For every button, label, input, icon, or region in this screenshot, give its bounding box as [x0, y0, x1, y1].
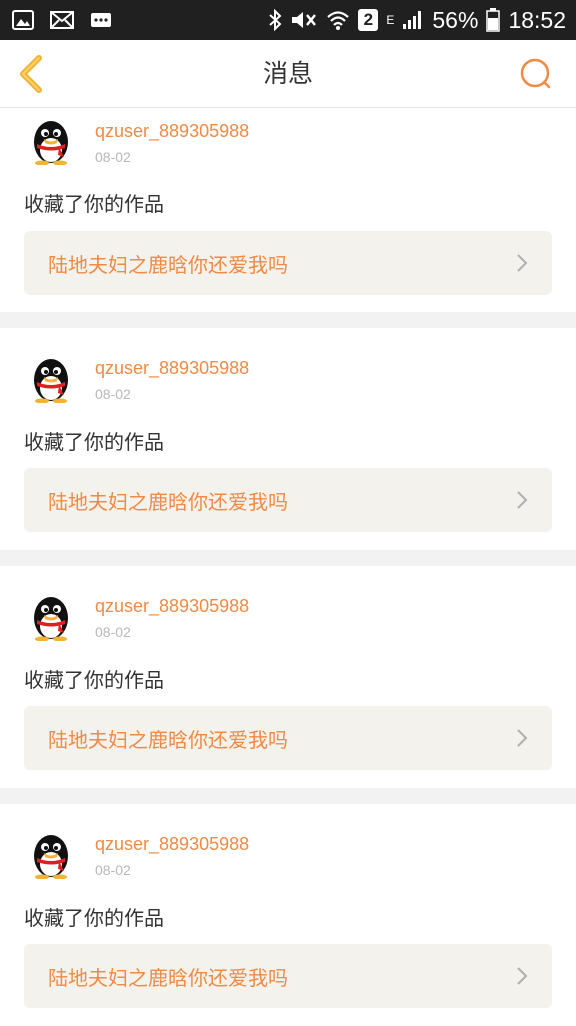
chevron-right-icon: [517, 729, 528, 747]
action-text: 收藏了你的作品: [24, 668, 164, 692]
qq-penguin-icon: [34, 835, 68, 880]
message-list: qzuser_889305988 08-02 收藏了你的作品 陆地夫妇之鹿晗你还…: [0, 109, 576, 1026]
search-button[interactable]: [518, 56, 554, 92]
action-text: 收藏了你的作品: [24, 906, 164, 930]
page-title: 消息: [262, 59, 313, 88]
message-card: qzuser_889305988 08-02 收藏了你的作品 陆地夫妇之鹿晗你还…: [0, 109, 576, 312]
qq-penguin-icon: [34, 597, 68, 642]
gallery-icon: [12, 10, 34, 30]
work-title: 陆地夫妇之鹿晗你还爱我吗: [48, 727, 288, 752]
action-text: 收藏了你的作品: [24, 430, 164, 454]
work-title: 陆地夫妇之鹿晗你还爱我吗: [48, 252, 288, 277]
network-type: E: [386, 12, 395, 27]
nav-header: 消息: [0, 40, 576, 108]
battery-icon: [486, 8, 501, 32]
avatar[interactable]: [28, 831, 74, 880]
battery-percent: 56%: [432, 6, 479, 33]
work-link[interactable]: 陆地夫妇之鹿晗你还爱我吗: [24, 231, 552, 295]
divider: [0, 550, 576, 566]
message-card: qzuser_889305988 08-02 收藏了你的作品 陆地夫妇之鹿晗你还…: [0, 328, 576, 550]
username[interactable]: qzuser_889305988: [95, 596, 249, 617]
message-icon: [90, 11, 112, 29]
username[interactable]: qzuser_889305988: [95, 358, 249, 379]
work-title: 陆地夫妇之鹿晗你还爱我吗: [48, 489, 288, 514]
work-title: 陆地夫妇之鹿晗你还爱我吗: [48, 965, 288, 990]
message-date: 08-02: [95, 624, 131, 640]
message-date: 08-02: [95, 386, 131, 402]
qq-penguin-icon: [34, 359, 68, 404]
back-button[interactable]: [14, 54, 48, 94]
username[interactable]: qzuser_889305988: [95, 834, 249, 855]
avatar[interactable]: [28, 355, 74, 404]
message-card: qzuser_889305988 08-02 收藏了你的作品 陆地夫妇之鹿晗你还…: [0, 566, 576, 788]
signal-icon: [402, 10, 424, 30]
clock: 18:52: [508, 6, 566, 33]
search-icon: [520, 58, 551, 89]
chevron-right-icon: [517, 491, 528, 509]
mail-icon: [50, 11, 74, 29]
bluetooth-icon: [268, 9, 282, 31]
back-arrow-icon: [20, 55, 42, 93]
wifi-icon: [326, 9, 350, 31]
sim-badge: 2: [358, 9, 379, 31]
work-link[interactable]: 陆地夫妇之鹿晗你还爱我吗: [24, 468, 552, 532]
message-date: 08-02: [95, 862, 131, 878]
divider: [0, 312, 576, 328]
message-date: 08-02: [95, 149, 131, 165]
vibrate-mute-icon: [290, 9, 318, 31]
qq-penguin-icon: [34, 121, 68, 166]
username[interactable]: qzuser_889305988: [95, 121, 249, 142]
divider: [0, 788, 576, 804]
chevron-right-icon: [517, 967, 528, 985]
action-text: 收藏了你的作品: [24, 192, 164, 216]
work-link[interactable]: 陆地夫妇之鹿晗你还爱我吗: [24, 944, 552, 1008]
avatar[interactable]: [28, 593, 74, 642]
chevron-right-icon: [517, 254, 528, 272]
work-link[interactable]: 陆地夫妇之鹿晗你还爱我吗: [24, 706, 552, 770]
status-bar: 2 E 56% 18:52: [0, 0, 576, 40]
avatar[interactable]: [28, 117, 74, 166]
message-card: qzuser_889305988 08-02 收藏了你的作品 陆地夫妇之鹿晗你还…: [0, 804, 576, 1026]
